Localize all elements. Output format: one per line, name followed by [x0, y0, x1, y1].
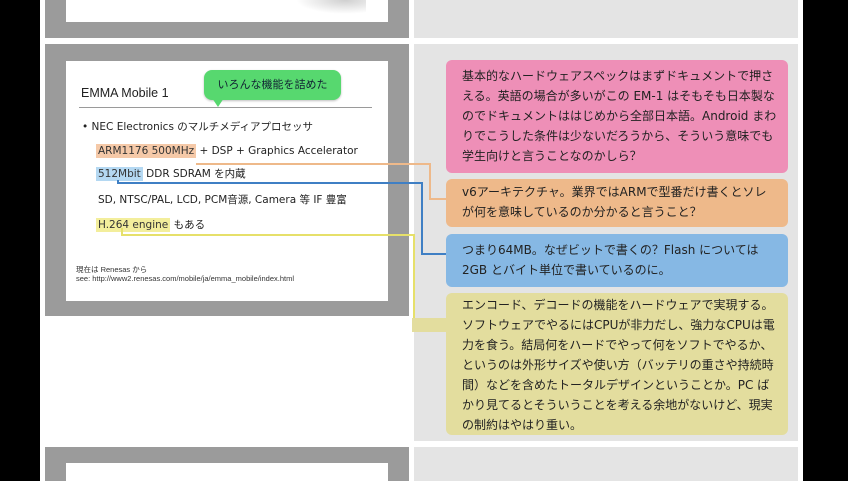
slide-line-cpu-rest: + DSP + Graphics Accelerator: [199, 145, 358, 157]
slide-line-codec-rest: もある: [173, 219, 206, 231]
note-memory: つまり64MB。なぜビットで書くの？Flash については 2GB とバイト単位…: [446, 234, 788, 287]
slide-top: [66, 0, 388, 22]
slide-bullet: • NEC Electronics のマルチメディアプロセッサ: [82, 121, 314, 133]
slide-line-memory: 512Mbit DDR SDRAM を内蔵: [96, 166, 246, 181]
slide-footer-link[interactable]: see: http://www2.renesas.com/mobile/ja/e…: [76, 274, 294, 283]
notes-panel-bottom: [414, 447, 798, 481]
slide-title: EMMA Mobile 1: [81, 86, 169, 100]
slide-line-memory-rest: DDR SDRAM を内蔵: [146, 168, 246, 180]
slide-divider: [79, 107, 372, 108]
highlight-memory: 512Mbit: [96, 167, 143, 181]
highlight-codec: H.264 engine: [96, 218, 171, 232]
highlight-cpu: ARM1176 500MHz: [96, 144, 197, 158]
note-overview: 基本的なハードウェアスペックはまずドキュメントで押さえる。英語の場合が多いがこの…: [446, 60, 788, 173]
speech-bubble-tail: [212, 98, 224, 107]
note-codec: エンコード、デコードの機能をハードウェアで実現する。ソフトウェアでやるにはCPU…: [446, 293, 788, 435]
notes-panel-top: [414, 0, 798, 38]
slide-line-codec: H.264 engine もある: [96, 217, 205, 232]
speech-bubble: いろんな機能を詰めた: [204, 70, 341, 100]
note-cpu: v6アーキテクチャ。業界ではARMで型番だけ書くとソレが何を意味しているのか分か…: [446, 179, 788, 227]
slide-line-interfaces: SD, NTSC/PAL, LCD, PCM音源, Camera 等 IF 豊富: [98, 194, 347, 206]
slide-line-cpu: ARM1176 500MHz + DSP + Graphics Accelera…: [96, 144, 358, 158]
slide-bottom: [66, 463, 388, 481]
slide-top-graphic: [296, 0, 366, 14]
